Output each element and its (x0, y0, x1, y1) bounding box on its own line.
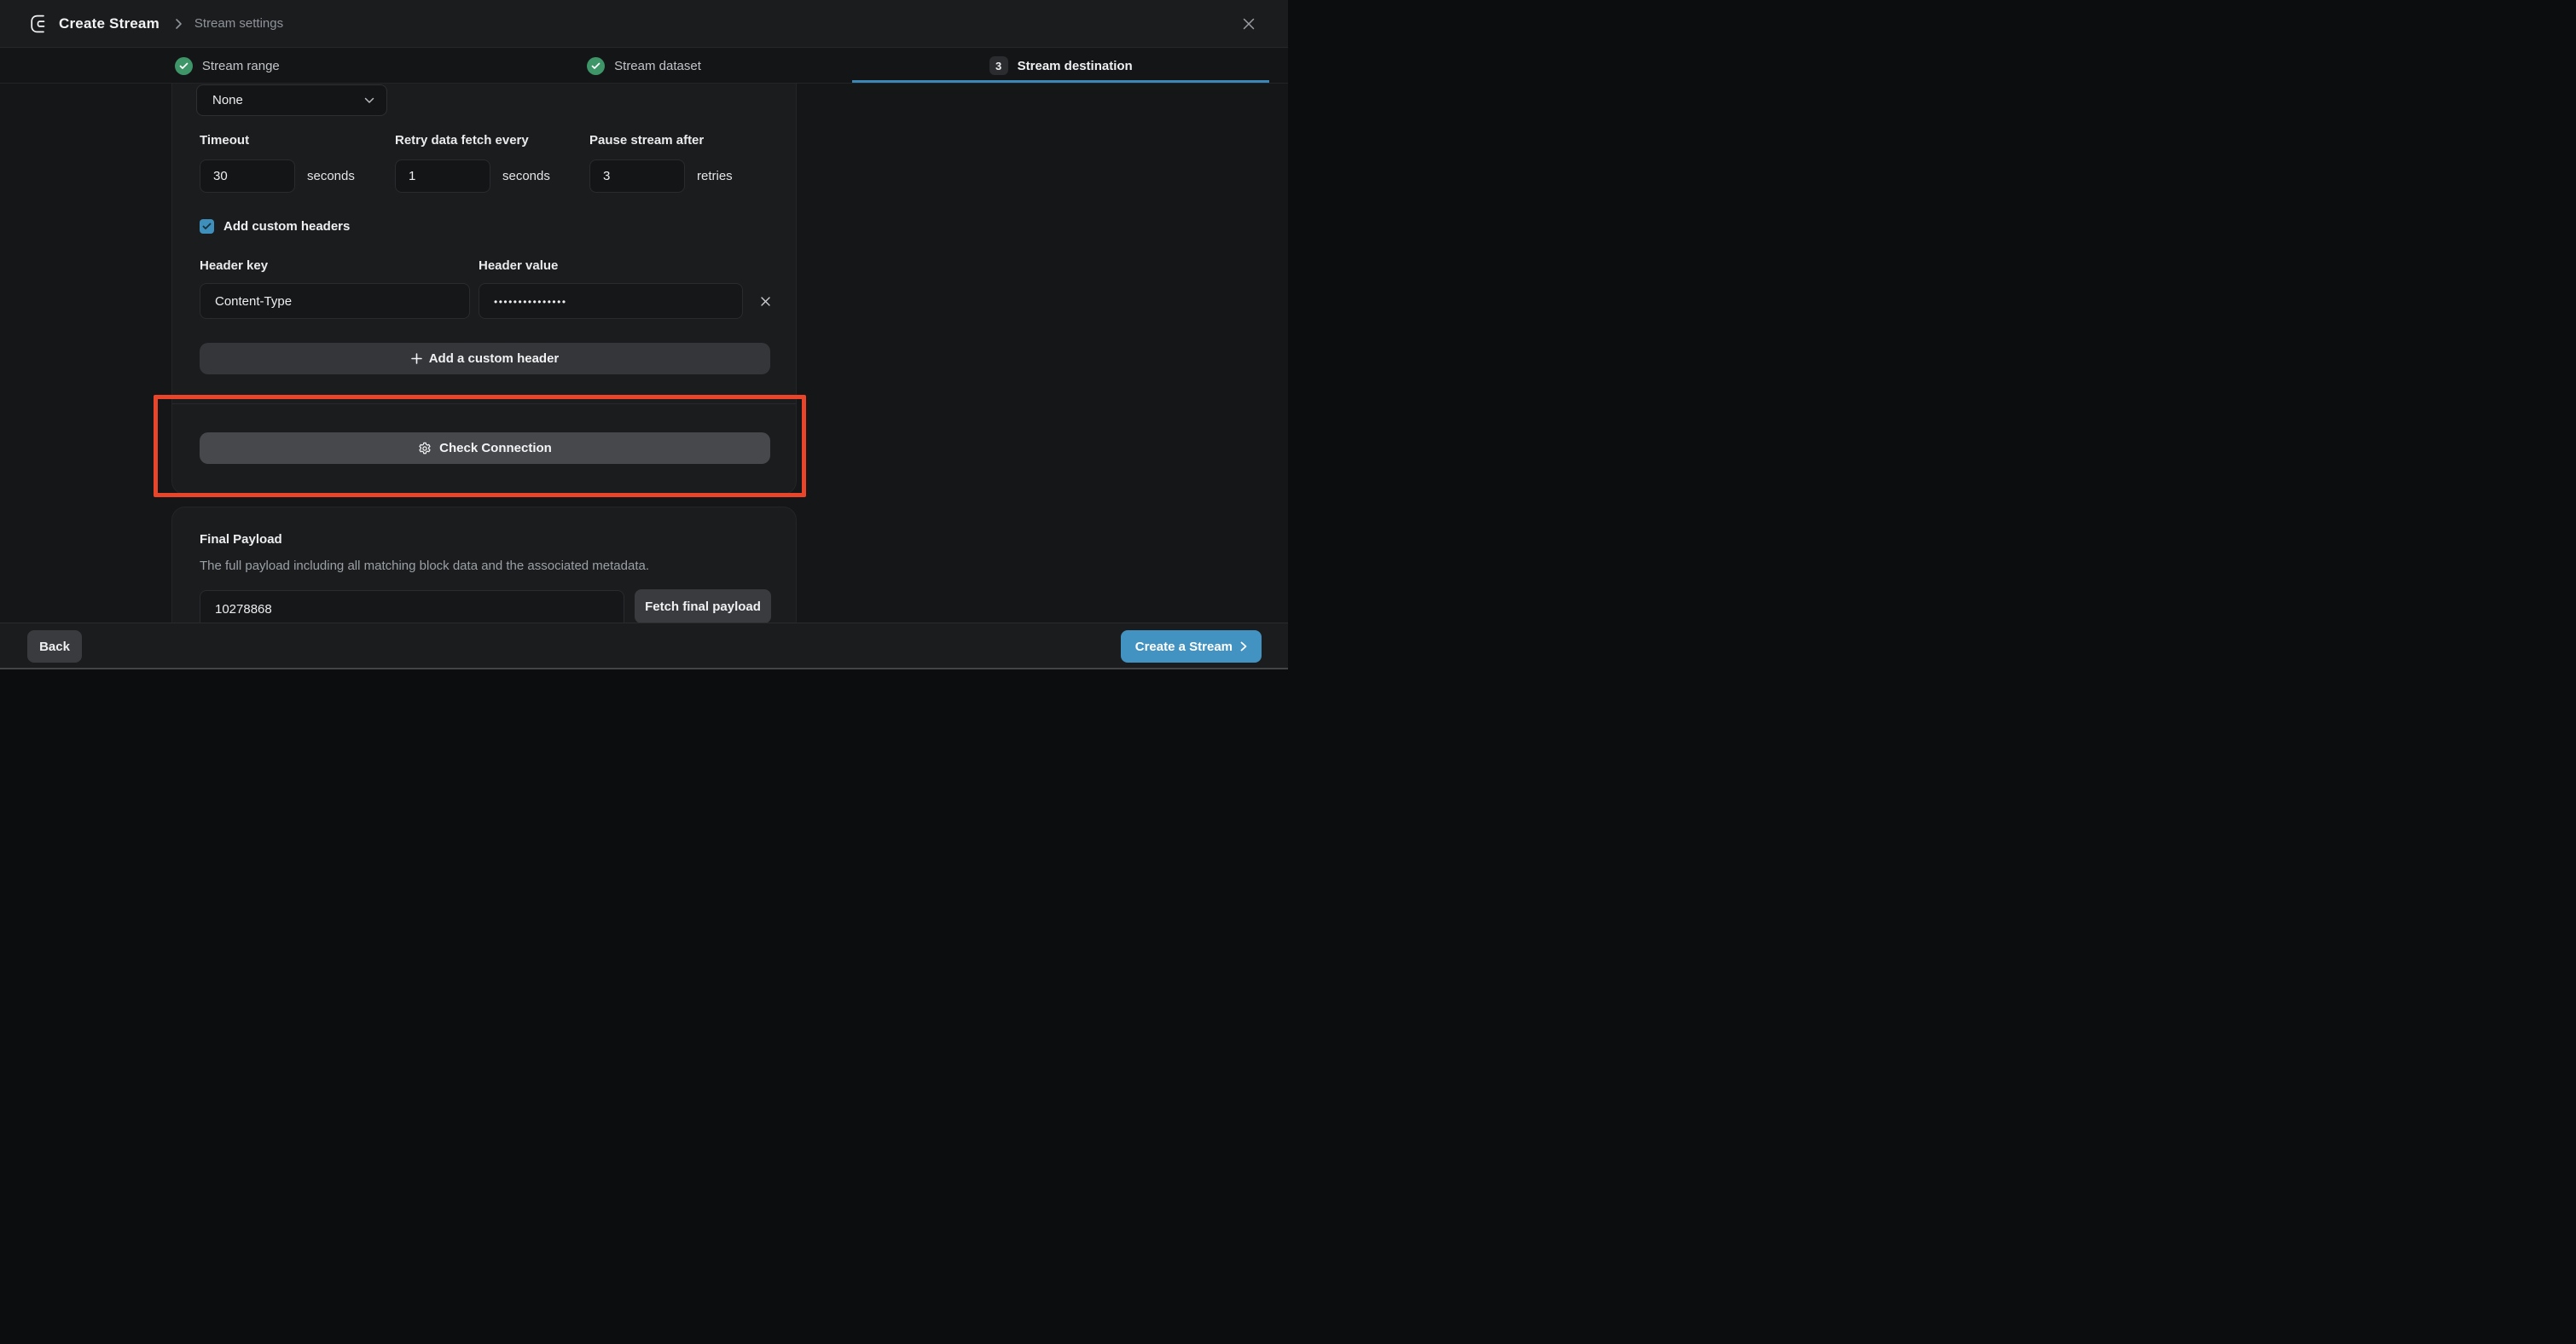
timeout-unit: seconds (307, 169, 355, 183)
custom-headers-checkbox[interactable] (200, 219, 214, 234)
stream-logo-icon (29, 14, 49, 34)
step-indicator-bar: Stream range Stream dataset 3 Stream des… (0, 49, 1288, 84)
breadcrumb: Stream settings (194, 16, 283, 31)
create-stream-modal: Create Stream Stream settings Stream ran… (0, 0, 1288, 672)
chevron-right-icon (1240, 641, 1247, 652)
back-button[interactable]: Back (27, 630, 82, 663)
pause-label: Pause stream after (589, 133, 733, 148)
retry-input[interactable] (395, 159, 490, 193)
checkmark-icon (202, 223, 212, 230)
close-button[interactable] (1237, 12, 1261, 36)
header-key-input[interactable] (200, 283, 470, 319)
final-payload-panel: Final Payload The full payload including… (171, 507, 797, 634)
fetch-final-payload-button[interactable]: Fetch final payload (635, 589, 771, 623)
step-number-badge: 3 (989, 56, 1008, 75)
close-icon (1242, 17, 1256, 31)
check-circle-icon (175, 57, 193, 75)
dropdown-select[interactable]: None (196, 84, 387, 116)
check-connection-label: Check Connection (439, 441, 552, 455)
modal-header: Create Stream Stream settings (0, 0, 1288, 48)
create-stream-button[interactable]: Create a Stream (1121, 630, 1262, 663)
step-stream-dataset[interactable]: Stream dataset (436, 49, 853, 83)
breadcrumb-chevron-icon (175, 18, 183, 30)
pause-field-group: Pause stream after retries (589, 133, 733, 193)
remove-x-icon (760, 296, 771, 307)
section-divider (172, 403, 796, 404)
final-payload-title: Final Payload (200, 532, 282, 547)
modal-bottom-edge (0, 668, 1288, 672)
step-label: Stream destination (1018, 59, 1133, 73)
add-custom-header-button[interactable]: Add a custom header (200, 343, 770, 374)
timeout-field-group: Timeout seconds (200, 133, 355, 193)
wizard-footer: Back Create a Stream (0, 623, 1288, 668)
page-title: Create Stream (59, 15, 160, 32)
retry-label: Retry data fetch every (395, 133, 550, 148)
header-value-input[interactable] (479, 283, 743, 319)
step-label: Stream dataset (614, 59, 701, 73)
retry-field-group: Retry data fetch every seconds (395, 133, 550, 193)
check-connection-button[interactable]: Check Connection (200, 432, 770, 464)
pause-input[interactable] (589, 159, 685, 193)
timeout-input[interactable] (200, 159, 295, 193)
custom-headers-checkbox-row: Add custom headers (200, 219, 350, 234)
dropdown-selected-value: None (212, 93, 243, 107)
step-label: Stream range (202, 59, 280, 73)
remove-header-button[interactable] (756, 292, 775, 310)
timeout-label: Timeout (200, 133, 355, 148)
create-stream-label: Create a Stream (1135, 640, 1233, 654)
destination-settings-panel: None Timeout seconds Retry data fetch ev… (171, 84, 797, 495)
gear-icon (418, 442, 432, 455)
step-stream-range[interactable]: Stream range (19, 49, 436, 83)
final-payload-description: The full payload including all matching … (200, 559, 649, 573)
retry-unit: seconds (502, 169, 550, 183)
plus-icon (411, 353, 422, 364)
step-stream-destination[interactable]: 3 Stream destination (852, 49, 1269, 83)
check-circle-icon (587, 57, 605, 75)
pause-unit: retries (697, 169, 733, 183)
add-custom-header-label: Add a custom header (429, 351, 560, 366)
custom-headers-label: Add custom headers (223, 219, 350, 234)
chevron-down-icon (364, 97, 374, 104)
header-value-label: Header value (479, 258, 558, 273)
header-key-label: Header key (200, 258, 268, 273)
